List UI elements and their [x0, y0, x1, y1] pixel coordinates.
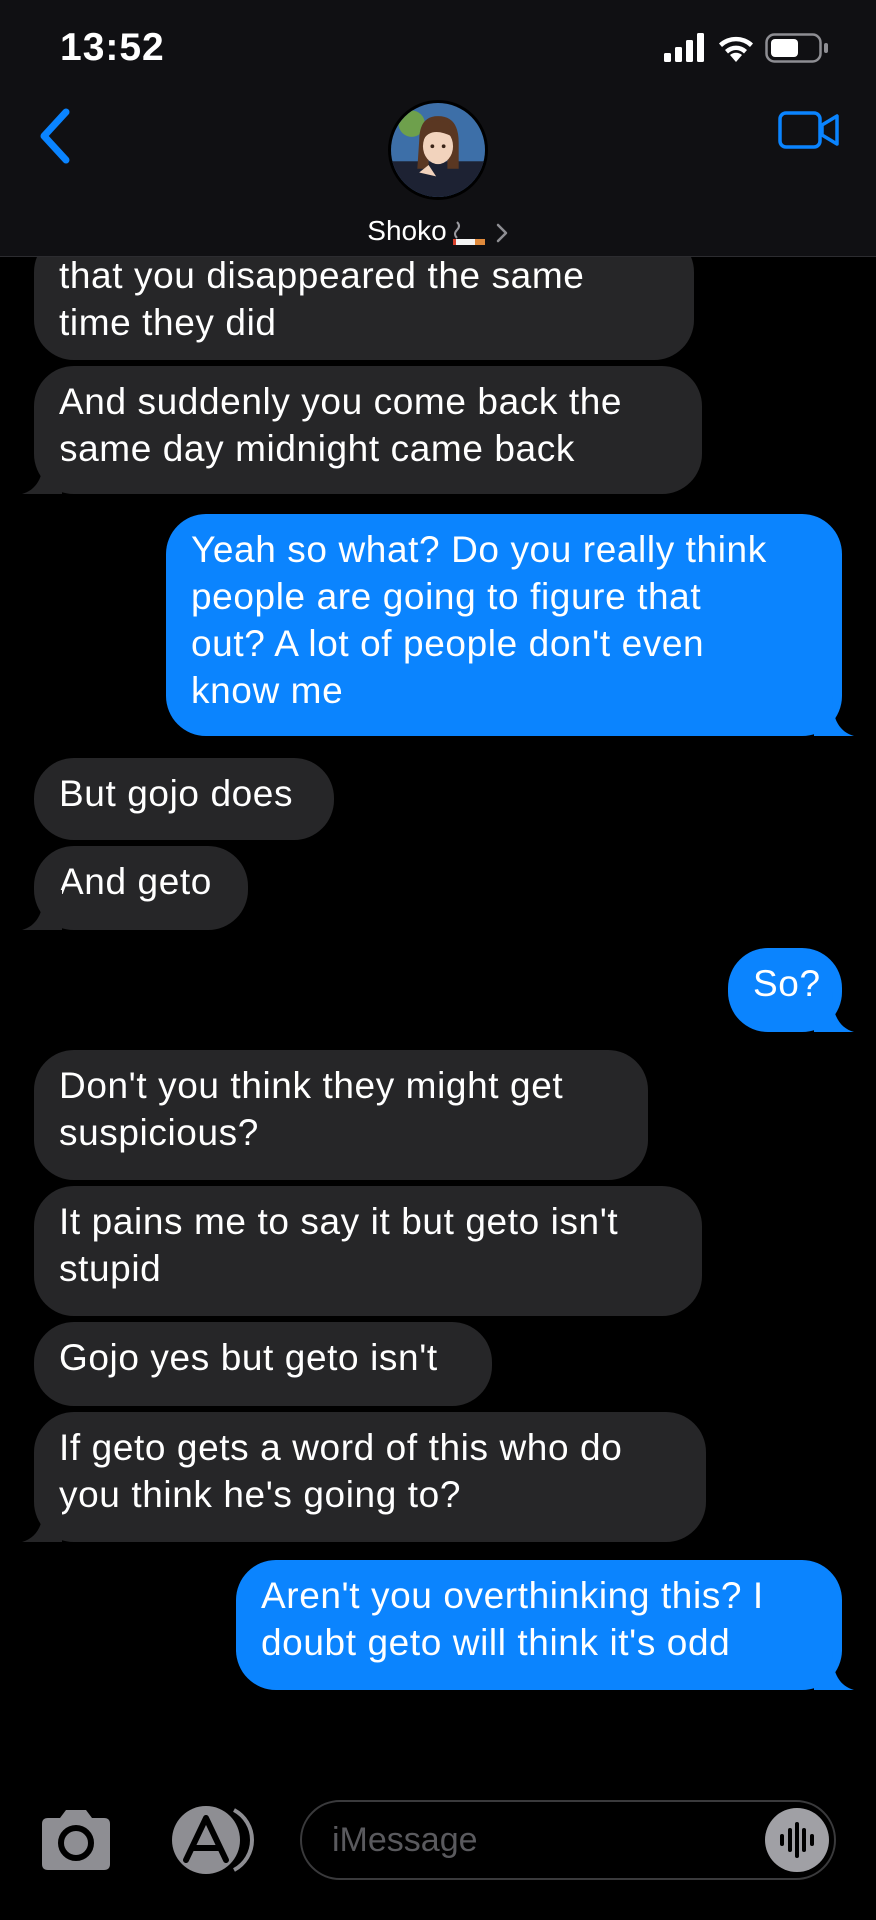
wifi-icon — [719, 36, 753, 62]
message-line: out? A lot of people don't even — [191, 623, 705, 664]
message-line: know me — [191, 670, 344, 711]
contact-name: Shoko — [367, 215, 447, 246]
battery-icon — [765, 33, 828, 63]
message-bubble-received[interactable]: But gojo does — [34, 758, 334, 840]
message-bubble-received[interactable]: It pains me to say it but geto isn't stu… — [34, 1186, 702, 1316]
contact-name-button[interactable]: Shoko — [0, 214, 876, 248]
bubble-tail — [814, 1650, 854, 1690]
message-line: that you disappeared the same — [59, 255, 585, 296]
avatar-image — [391, 103, 485, 197]
bubble-tail — [22, 1502, 62, 1542]
contact-avatar[interactable] — [388, 100, 488, 200]
bubble-tail — [22, 890, 62, 930]
message-line: Gojo yes but geto isn't — [59, 1337, 438, 1378]
message-bubble-sent[interactable]: So? — [728, 948, 854, 1032]
message-line: But gojo does — [59, 773, 294, 814]
message-thread: that you disappeared the same time they … — [0, 0, 876, 1920]
message-line: suspicious? — [59, 1112, 259, 1153]
camera-icon[interactable] — [38, 1808, 114, 1872]
compose-bar — [0, 1760, 876, 1920]
message-line: you think he's going to? — [59, 1474, 462, 1515]
message-line: So? — [753, 963, 821, 1004]
waveform-icon[interactable] — [765, 1808, 829, 1872]
app-store-icon[interactable] — [164, 1804, 254, 1876]
message-line: same day midnight came back — [59, 428, 575, 469]
message-bubble-received[interactable]: Gojo yes but geto isn't — [34, 1322, 492, 1406]
video-camera-icon[interactable] — [778, 110, 840, 150]
status-icons — [664, 33, 828, 63]
message-bubble-received[interactable]: If geto gets a word of this who do you t… — [22, 1412, 706, 1542]
message-line: doubt geto will think it's odd — [261, 1622, 731, 1663]
message-line: Aren't you overthinking this? I — [261, 1575, 764, 1616]
message-line: Don't you think they might get — [59, 1065, 564, 1106]
message-line: If geto gets a word of this who do — [59, 1427, 623, 1468]
message-line: And suddenly you come back the — [59, 381, 623, 422]
message-line: Yeah so what? Do you really think — [191, 529, 767, 570]
cellular-signal-icon — [664, 33, 704, 62]
conversation-header: 13:52 Shoko — [0, 0, 876, 257]
bubble-tail — [22, 454, 62, 494]
message-line: time they did — [59, 302, 277, 343]
message-bubble-sent[interactable]: Aren't you overthinking this? I doubt ge… — [236, 1560, 854, 1690]
message-line: people are going to figure that — [191, 576, 702, 617]
chevron-left-icon[interactable] — [36, 106, 76, 166]
message-bubble-received[interactable]: And suddenly you come back the same day … — [22, 366, 702, 494]
message-bubble-sent[interactable]: Yeah so what? Do you really think people… — [166, 514, 854, 736]
chevron-right-icon — [496, 223, 507, 242]
message-line: stupid — [59, 1248, 162, 1289]
bubble-tail — [814, 696, 854, 736]
message-bubble-received[interactable]: And geto — [22, 846, 248, 930]
message-line: And geto — [59, 861, 212, 902]
message-bubble-received[interactable]: Don't you think they might get suspiciou… — [34, 1050, 648, 1180]
message-input[interactable] — [300, 1800, 836, 1880]
status-time: 13:52 — [60, 26, 165, 69]
message-line: It pains me to say it but geto isn't — [59, 1201, 619, 1242]
cigarette-emoji — [452, 220, 485, 245]
bubble-tail — [814, 992, 854, 1032]
